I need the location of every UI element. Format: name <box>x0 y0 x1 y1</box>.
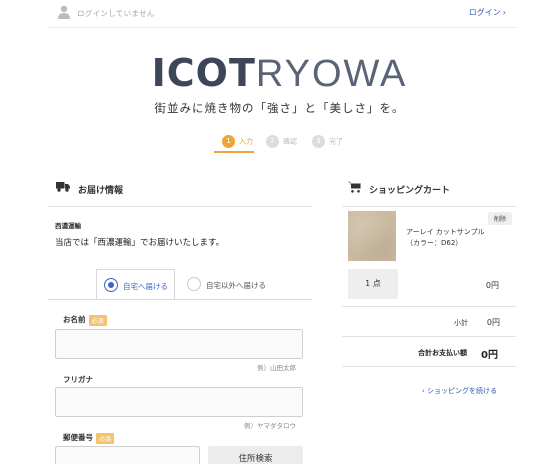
truck-icon <box>56 182 70 192</box>
subtotal-value: 0円 <box>486 318 500 327</box>
step-complete: 3 完了 <box>312 135 343 148</box>
total-divider <box>342 366 516 367</box>
delivery-divider <box>48 206 312 207</box>
checkout-steps: 1 入力 2 確認 3 完了 <box>214 133 354 157</box>
cart-item-divider <box>342 306 516 307</box>
product-name: アーレイ カットサンプル （カラー：D62） <box>406 228 485 247</box>
step-input: 1 入力 <box>222 135 253 148</box>
cart-icon <box>348 181 361 193</box>
postal-code-input[interactable] <box>55 446 200 464</box>
address-search-button[interactable]: 住所検索 <box>208 446 303 464</box>
carrier-label: 西濃運輸 <box>55 222 81 230</box>
subtotal-label: 小計 <box>454 319 468 327</box>
tab-other-address[interactable]: 自宅以外へ届ける <box>180 269 310 300</box>
radio-selected[interactable] <box>104 278 118 292</box>
subtotal-divider <box>342 336 516 337</box>
name-input[interactable] <box>55 329 303 359</box>
total-label: 合計お支払い額 <box>418 349 467 357</box>
brand-logo[interactable]: ICOTRYOWA <box>0 50 559 97</box>
tabs-baseline <box>48 299 312 300</box>
required-badge: 必須 <box>88 314 107 326</box>
kana-input[interactable] <box>55 387 303 417</box>
item-quantity: 1 点 <box>348 269 398 299</box>
brand-tagline: 街並みに焼き物の「強さ」と「美しさ」を。 <box>154 101 405 115</box>
delete-item-button[interactable]: 削除 <box>488 212 512 225</box>
total-value: 0円 <box>481 350 498 361</box>
continue-shopping-link[interactable]: ‹ ショッピングを続ける <box>422 386 497 396</box>
delivery-section-title: お届け情報 <box>78 186 124 196</box>
product-thumbnail <box>348 211 396 261</box>
chevron-right-icon: › <box>502 8 506 17</box>
user-icon <box>58 5 70 19</box>
step-confirm: 2 確認 <box>266 135 297 148</box>
login-link[interactable]: ログイン › <box>469 7 506 18</box>
delivery-destination-tabs: 自宅へ届ける 自宅以外へ届ける <box>96 269 311 300</box>
tab-home-delivery[interactable]: 自宅へ届ける <box>96 269 175 300</box>
kana-example: 例）ヤマダタロウ <box>244 422 296 430</box>
required-badge: 必須 <box>96 432 115 444</box>
cart-section-title: ショッピングカート <box>369 186 451 196</box>
postal-label: 郵便番号 必須 <box>63 432 115 444</box>
item-price: 0円 <box>485 281 499 290</box>
name-label: お名前 必須 <box>63 314 107 326</box>
kana-label: フリガナ <box>63 375 93 384</box>
radio-unselected[interactable] <box>187 277 201 291</box>
cart-divider <box>342 206 516 207</box>
login-status-text: ログインしていません <box>77 9 155 18</box>
active-step-underline <box>214 151 254 153</box>
carrier-description: 当店では「西濃運輸」でお届けいたします。 <box>55 238 225 248</box>
name-example: 例）山田太郎 <box>257 364 296 372</box>
top-bar: ログインしていません ログイン › <box>48 0 516 28</box>
